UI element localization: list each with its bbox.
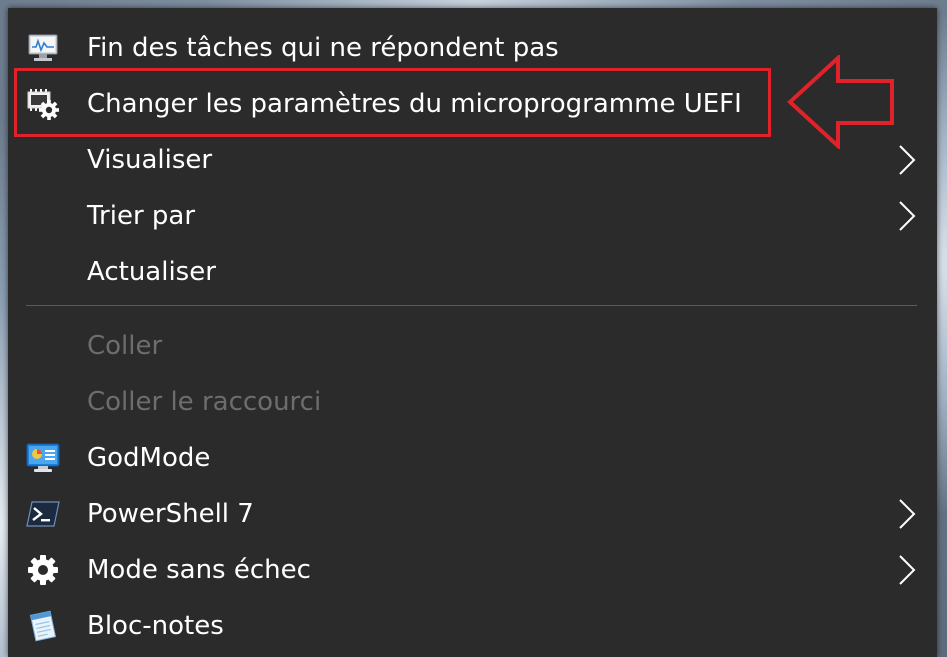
menu-item-label: Bloc-notes — [87, 611, 224, 641]
chevron-right-icon — [896, 554, 916, 586]
powershell-icon — [26, 498, 60, 530]
gear-icon — [26, 554, 60, 586]
menu-item-label: GodMode — [87, 443, 211, 473]
menu-item-label: Trier par — [87, 201, 196, 231]
control-panel-icon — [26, 442, 60, 474]
menu-item-label: PowerShell 7 — [87, 499, 254, 529]
chevron-right-icon — [896, 144, 916, 176]
menu-item-godmode[interactable]: GodMode — [8, 430, 937, 486]
menu-item-sort-by[interactable]: Trier par — [8, 188, 937, 244]
menu-item-safe-mode[interactable]: Mode sans échec — [8, 542, 937, 598]
notepad-icon — [26, 610, 60, 642]
menu-item-label: Visualiser — [87, 145, 213, 175]
menu-separator — [26, 305, 917, 306]
menu-item-powershell-7[interactable]: PowerShell 7 — [8, 486, 937, 542]
menu-item-refresh[interactable]: Actualiser — [8, 244, 937, 300]
menu-item-notepad[interactable]: Bloc-notes — [8, 598, 937, 654]
menu-item-paste-shortcut: Coller le raccourci — [8, 374, 937, 430]
menu-item-label: Coller — [87, 331, 163, 361]
left-arrow-annotation-icon — [786, 53, 898, 151]
menu-item-label: Actualiser — [87, 257, 216, 287]
chevron-right-icon — [896, 200, 916, 232]
menu-item-label: Mode sans échec — [87, 555, 311, 585]
monitor-task-icon — [26, 32, 60, 64]
chevron-right-icon — [896, 498, 916, 530]
menu-item-paste: Coller — [8, 318, 937, 374]
menu-item-label: Coller le raccourci — [87, 387, 322, 417]
highlight-box-annotation — [14, 68, 771, 137]
